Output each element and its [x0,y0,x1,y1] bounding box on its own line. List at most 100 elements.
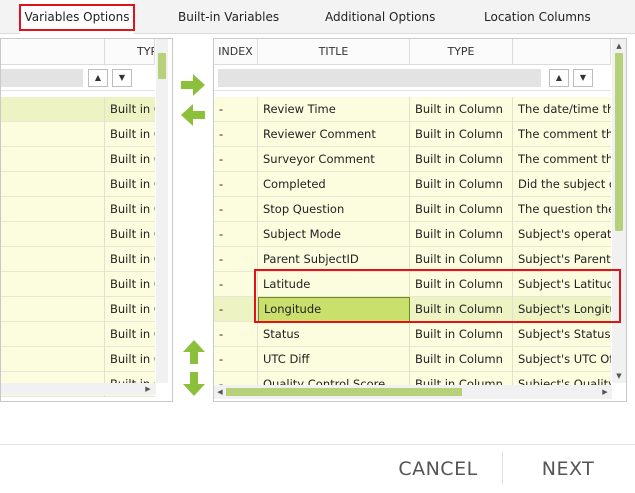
right-sort-up-button[interactable]: ▲ [549,69,569,87]
left-filter-row: ▲ ▼ [1,65,155,91]
table-cell-description: Subject's Longitude [518,302,611,316]
table-cell-type: Built in Column [110,327,155,341]
table-row[interactable]: - Surveyor Comment Built in Column The comm… [214,147,611,172]
table-row[interactable]: Built in Column [1,297,155,322]
table-cell-description: Subject's Latitude [518,277,611,291]
table-cell-blank [1,322,105,347]
table-cell-type: Built in Column [110,177,155,191]
table-cell-index: - [214,297,258,322]
table-row[interactable]: - Completed Built in Column Did the subject… [214,172,611,197]
table-row[interactable]: -UTC DiffBuilt in Column Subject's UTC Of… [214,347,611,372]
table-row[interactable]: Built in Column [1,347,155,372]
table-cell-title: Reviewer Comment [258,122,410,147]
header-index[interactable]: INDEX [214,39,258,65]
table-cell-description: Subject's Status [518,327,611,341]
header-type[interactable]: TYPE [410,39,513,65]
tab-variables-options[interactable]: Variables Options [20,0,134,35]
left-vertical-scroll-thumb[interactable] [158,53,166,79]
table-cell-title: Review Time [258,97,410,122]
table-row[interactable]: Built in Column [1,322,155,347]
table-cell-description: The date/time that the review was comple… [518,102,611,116]
tab-bar: Variables Options Built-in Variables Add… [0,0,635,35]
move-up-arrow-icon[interactable] [183,340,205,364]
table-cell-type: Built in Column [410,297,513,322]
table-cell-type: Built in Column [410,272,513,297]
table-cell-description: Subject's Parent SubjectID [518,252,611,266]
table-cell-type: Built in Column [110,252,155,266]
table-cell-title: UTC Diff [258,347,410,372]
tab-built-in-variables[interactable]: Built-in Variables [178,0,279,34]
table-cell-blank [1,122,105,147]
left-horizontal-scrollbar[interactable]: ▶ [1,383,156,395]
table-cell-title: Parent SubjectID [258,247,410,272]
left-scroll-right-arrow[interactable]: ▶ [143,384,153,394]
table-cell-index: - [214,147,258,172]
footer-button-divider [502,452,503,484]
table-row[interactable]: Built in Column [1,197,155,222]
table-row[interactable]: - Status Built in Column Subject's Status [214,322,611,347]
table-row[interactable]: - Parent SubjectID Built in Column Subject'… [214,247,611,272]
left-header-type[interactable]: TYPE [105,39,155,65]
table-cell-index: - [214,197,258,222]
left-filter-input[interactable] [1,69,83,87]
left-vertical-scrollbar[interactable] [156,39,168,383]
table-cell-blank [1,97,105,122]
table-cell-description: Did the subject complete the survey [518,177,611,191]
table-cell-type: Built in Column [410,122,513,147]
table-cell-blank [1,197,105,222]
move-right-arrow-icon[interactable] [181,74,205,96]
table-cell-type: Built in Column [410,347,513,372]
move-down-arrow-icon[interactable] [183,372,205,396]
table-cell-type: Built in Column [410,322,513,347]
right-scroll-right-arrow[interactable]: ▶ [600,387,610,397]
right-horizontal-scroll-thumb[interactable] [226,388,462,396]
right-sort-down-button[interactable]: ▼ [573,69,593,87]
tab-additional-options[interactable]: Additional Options [325,0,435,34]
table-cell-type: Built in Column [110,102,155,116]
right-scroll-up-arrow[interactable]: ▲ [614,41,624,51]
table-cell-index: - [214,122,258,147]
header-description[interactable] [513,39,611,65]
table-row[interactable]: - Reviewer Comment Built in Column The comm… [214,122,611,147]
table-cell-blank [1,172,105,197]
table-row[interactable]: Built in Column [1,247,155,272]
table-row[interactable]: Built in Column [1,122,155,147]
right-filter-row: ▲ ▼ [214,65,611,91]
table-row[interactable]: Built in Column [1,272,155,297]
table-row[interactable]: Built in Column [1,147,155,172]
right-scroll-left-arrow[interactable]: ◀ [215,387,225,397]
right-filter-input[interactable] [218,69,541,87]
right-vertical-scrollbar[interactable]: ▲ ▼ [612,39,626,383]
left-variables-grid: TYPE ▲ ▼ Built in Column Built in Column B… [0,38,173,402]
table-cell-type: Built in Column [110,152,155,166]
right-selected-variables-grid: INDEX TITLE TYPE ▲ ▼ - Review Time Built i… [213,38,627,402]
table-cell-type: Built in Column [110,277,155,291]
left-sort-down-button[interactable]: ▼ [112,69,132,87]
left-sort-up-button[interactable]: ▲ [88,69,108,87]
table-row[interactable]: - Review Time Built in Column The date/time… [214,97,611,122]
table-cell-description: The comment that the surveyor entered [518,152,611,166]
table-cell-type: Built in Column [110,202,155,216]
table-row[interactable]: Built in Column [1,222,155,247]
tab-location-columns[interactable]: Location Columns [484,0,591,34]
cancel-button[interactable]: CANCEL [386,449,490,489]
table-row[interactable]: - Stop Question Built in Column The questio… [214,197,611,222]
table-row[interactable]: - Subject Mode Built in Column Subject's op… [214,222,611,247]
header-title[interactable]: TITLE [258,39,410,65]
move-left-arrow-icon[interactable] [181,104,205,126]
table-cell-title: Longitude [258,297,410,322]
table-cell-blank [1,297,105,322]
right-scroll-down-arrow[interactable]: ▼ [614,371,624,381]
table-cell-blank [1,222,105,247]
table-row[interactable]: Built in Column [1,172,155,197]
right-vertical-scroll-thumb[interactable] [615,53,623,231]
table-cell-title: Subject Mode [258,222,410,247]
table-row[interactable]: Built in Column [1,97,155,122]
next-button[interactable]: NEXT [520,449,616,489]
right-horizontal-scrollbar[interactable]: ◀ ▶ [214,385,612,399]
table-cell-type: Built in Column [110,352,155,366]
table-cell-description: Subject's operation mode [518,227,611,241]
table-row[interactable]: - Latitude Built in Column Subject's Latitu… [214,272,611,297]
table-cell-type: Built in Column [410,172,513,197]
table-row[interactable]: - Longitude Built in Column Subject's Longi… [214,297,611,322]
